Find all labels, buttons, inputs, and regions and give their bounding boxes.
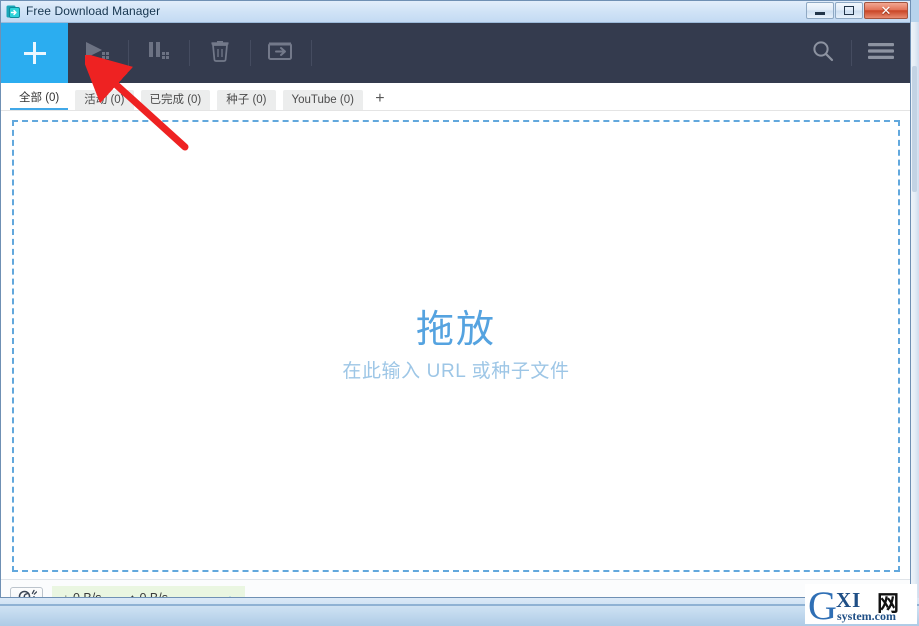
watermark: G XI 网 system.com <box>805 583 917 626</box>
search-icon <box>811 39 835 68</box>
window-controls: ✕ <box>805 2 908 19</box>
maximize-icon <box>844 6 854 15</box>
title-bar[interactable]: Free Download Manager ✕ <box>1 1 910 23</box>
menu-button[interactable] <box>852 23 910 83</box>
desktop-bottom-line <box>0 604 919 606</box>
watermark-system: system.com <box>837 609 896 623</box>
close-button[interactable]: ✕ <box>864 2 908 19</box>
minimize-icon <box>815 12 825 15</box>
play-all-icon <box>83 39 113 68</box>
trash-icon <box>209 39 231 68</box>
start-all-button[interactable] <box>68 23 128 83</box>
search-button[interactable] <box>795 23 851 83</box>
main-toolbar <box>1 23 910 83</box>
upload-speed-value: 0 B/s <box>139 590 169 598</box>
tab-torrents-label: 种子 (0) <box>226 94 267 106</box>
fdm-main-window: Free Download Manager ✕ 全部 (0) 活动 (0) 已完… <box>0 0 911 598</box>
hamburger-menu-icon <box>867 40 895 67</box>
tab-active[interactable]: 活动 (0) <box>75 90 134 110</box>
watermark-g: G <box>808 583 837 626</box>
speed-limit-button[interactable] <box>10 586 43 597</box>
add-download-button[interactable] <box>1 23 68 83</box>
status-bar: ↓ 0 B/s ↑ 0 B/s <box>1 579 910 598</box>
delete-button[interactable] <box>190 23 250 83</box>
downloads-area: 拖放 在此输入 URL 或种子文件 <box>1 111 910 579</box>
speed-panel[interactable]: ↓ 0 B/s ↑ 0 B/s <box>52 585 245 598</box>
box-arrow-icon <box>267 39 295 68</box>
move-to-button[interactable] <box>251 23 311 83</box>
tab-all[interactable]: 全部 (0) <box>10 88 69 110</box>
pause-all-button[interactable] <box>129 23 189 83</box>
add-tab-button[interactable]: + <box>370 90 390 110</box>
pause-all-icon <box>144 39 174 68</box>
upload-arrow-icon: ↑ <box>129 590 136 598</box>
minimize-button[interactable] <box>806 2 834 19</box>
tab-active-label: 活动 (0) <box>84 94 125 106</box>
close-icon: ✕ <box>880 3 892 18</box>
tab-all-label: 全部 (0) <box>19 92 60 104</box>
snail-icon <box>17 589 37 597</box>
download-speed-value: 0 B/s <box>73 590 102 598</box>
tab-completed-label: 已完成 (0) <box>149 94 202 106</box>
tab-torrents[interactable]: 种子 (0) <box>217 90 276 110</box>
download-speed: ↓ 0 B/s <box>63 590 102 598</box>
window-title: Free Download Manager <box>26 4 161 18</box>
download-arrow-icon: ↓ <box>63 590 69 598</box>
upload-speed: ↑ 0 B/s <box>129 590 169 598</box>
drop-zone[interactable]: 拖放 在此输入 URL 或种子文件 <box>12 120 900 572</box>
app-icon <box>6 4 21 19</box>
tab-youtube-label: YouTube (0) <box>291 94 354 106</box>
drop-zone-subtitle: 在此输入 URL 或种子文件 <box>342 361 570 383</box>
drop-zone-title: 拖放 <box>415 308 496 351</box>
screen: FDM Free Download Manager Free Download … <box>0 0 919 626</box>
tab-completed[interactable]: 已完成 (0) <box>140 90 211 110</box>
desktop-bottom-strip <box>0 598 919 626</box>
maximize-button[interactable] <box>835 2 863 19</box>
toolbar-right-group <box>795 23 910 83</box>
chevron-up-icon[interactable] <box>224 593 236 597</box>
download-filter-tabs: 全部 (0) 活动 (0) 已完成 (0) 种子 (0) YouTube (0)… <box>1 83 910 111</box>
plus-icon <box>23 42 46 64</box>
tab-youtube[interactable]: YouTube (0) <box>282 90 363 110</box>
